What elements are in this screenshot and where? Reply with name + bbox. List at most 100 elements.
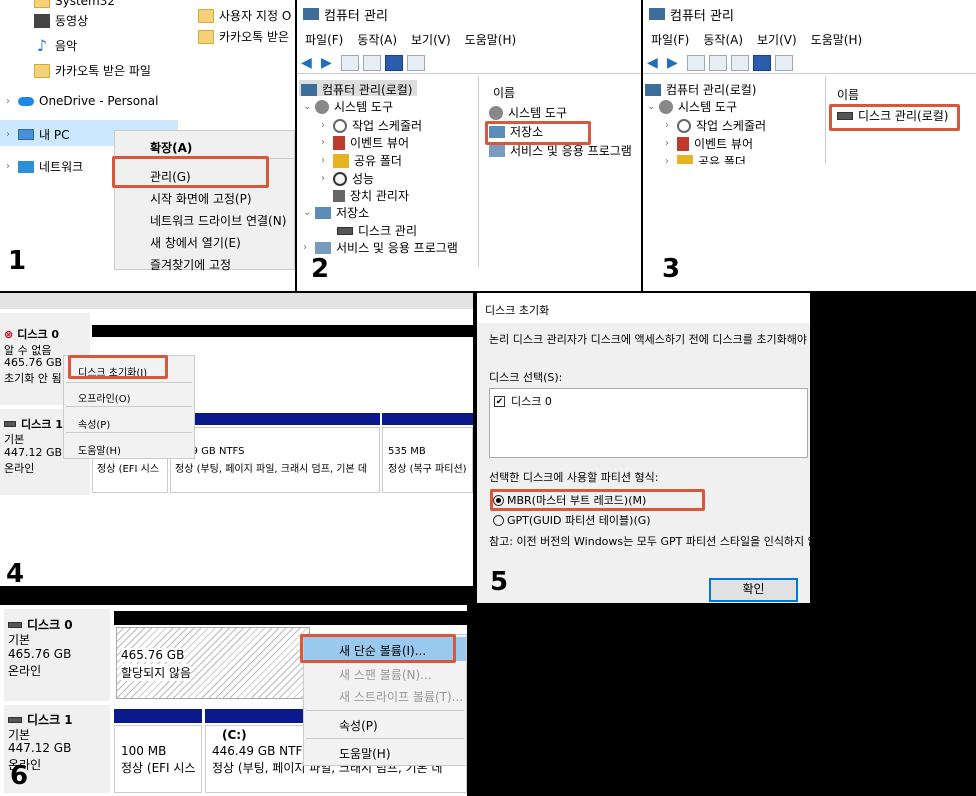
chevron-down-icon[interactable]: ⌄ bbox=[303, 207, 315, 218]
tree-shared-folders[interactable]: › 공유 폴더 bbox=[321, 152, 402, 169]
menu-item-new-simple-volume[interactable]: 새 단순 볼륨(I)... bbox=[339, 642, 426, 659]
folder-icon bbox=[34, 63, 50, 78]
console-tree-icon[interactable] bbox=[341, 54, 359, 71]
tree-system-tools[interactable]: ⌄ 시스템 도구 bbox=[647, 98, 737, 115]
tree-item-kakaotalk[interactable]: 카카오톡 받은 파일 bbox=[34, 62, 151, 79]
console-tree-icon[interactable] bbox=[709, 54, 727, 71]
chevron-right-icon[interactable]: › bbox=[321, 155, 333, 166]
chevron-right-icon[interactable]: › bbox=[6, 129, 18, 140]
menu-file[interactable]: 파일(F) bbox=[651, 31, 689, 48]
menu-item-pin-start[interactable]: 시작 화면에 고정(P) bbox=[150, 190, 252, 207]
export-icon[interactable] bbox=[731, 54, 749, 71]
chevron-right-icon[interactable]: › bbox=[6, 161, 18, 172]
menu-item-manage[interactable]: 관리(G) bbox=[150, 168, 191, 185]
menu-file[interactable]: 파일(F) bbox=[305, 31, 343, 48]
tree-item-network[interactable]: › 네트워크 bbox=[6, 158, 83, 175]
chevron-down-icon[interactable]: ⌄ bbox=[303, 101, 315, 112]
menu-item-new-spanned-volume[interactable]: 새 스팬 볼륨(N)... bbox=[339, 666, 432, 683]
help-icon[interactable] bbox=[385, 54, 403, 71]
gpt-radio[interactable]: GPT(GUID 파티션 테이블)(G) bbox=[493, 512, 651, 528]
tree-task-scheduler[interactable]: › 작업 스케줄러 bbox=[321, 117, 422, 134]
chevron-right-icon[interactable]: › bbox=[321, 137, 333, 148]
unallocated-area[interactable]: 465.76 GB 할당되지 않음 bbox=[116, 627, 310, 699]
disk-list-item[interactable]: ✔ 디스크 0 bbox=[494, 393, 552, 409]
disk0-info[interactable]: 디스크 0 기본 465.76 GB 온라인 bbox=[4, 609, 110, 701]
chevron-right-icon[interactable]: › bbox=[665, 120, 677, 131]
menu-help[interactable]: 도움말(H) bbox=[811, 31, 863, 48]
chevron-right-icon[interactable]: › bbox=[665, 156, 677, 164]
properties-icon[interactable] bbox=[407, 54, 425, 71]
menu-item-offline[interactable]: 오프라인(O) bbox=[78, 390, 130, 405]
tree-system-tools[interactable]: ⌄ 시스템 도구 bbox=[303, 98, 393, 115]
menu-item-pin-quick[interactable]: 즐겨찾기에 고정 bbox=[150, 256, 231, 273]
tree-item-music[interactable]: ♪ 음악 bbox=[34, 37, 77, 54]
menu-item-help[interactable]: 도움말(H) bbox=[339, 745, 391, 762]
menu-action[interactable]: 동작(A) bbox=[357, 31, 397, 48]
export-icon[interactable] bbox=[363, 54, 381, 71]
menu-action[interactable]: 동작(A) bbox=[703, 31, 743, 48]
partition-recovery[interactable]: 535 MB 정상 (복구 파티션) bbox=[382, 427, 473, 493]
back-arrow-icon[interactable]: ◀ bbox=[301, 55, 317, 71]
menu-item-map-drive[interactable]: 네트워크 드라이브 연결(N) bbox=[150, 212, 286, 229]
chevron-right-icon[interactable]: › bbox=[321, 173, 333, 184]
menu-item-new-striped-volume[interactable]: 새 스트라이프 볼륨(T)... bbox=[339, 688, 463, 705]
tree-item-videos[interactable]: 동영상 bbox=[34, 12, 88, 29]
partition-recovery-status: 정상 (복구 파티션) bbox=[388, 464, 467, 475]
partition-efi-status: 정상 (EFI 시스 bbox=[121, 761, 196, 775]
tree-shared-folders[interactable]: › 공유 폴더 bbox=[665, 153, 746, 164]
tree-performance[interactable]: › 성능 bbox=[321, 170, 374, 187]
forward-arrow-icon[interactable]: ▶ bbox=[321, 55, 337, 71]
tree-event-viewer[interactable]: › 이벤트 뷰어 bbox=[665, 135, 753, 152]
disk1-size: 447.12 GB bbox=[4, 446, 63, 459]
partition-efi[interactable]: 100 MB 정상 (EFI 시스 bbox=[114, 725, 202, 793]
mbr-radio[interactable]: MBR(마스터 부트 레코드)(M) bbox=[493, 492, 646, 508]
chevron-right-icon[interactable]: › bbox=[321, 120, 333, 131]
menu-item-help[interactable]: 도움말(H) bbox=[78, 442, 121, 457]
column-header-name[interactable]: 이름 bbox=[493, 84, 515, 101]
menu-help[interactable]: 도움말(H) bbox=[465, 31, 517, 48]
scrollbar[interactable] bbox=[0, 293, 473, 309]
radio-selected-icon[interactable] bbox=[493, 494, 504, 506]
partition-c[interactable]: 446.49 GB NTFS 정상 (부팅, 페이지 파일, 크래시 덤프, 기… bbox=[163, 427, 380, 493]
tree-root[interactable]: 컴퓨터 관리(로컬) bbox=[645, 81, 756, 98]
menu-view[interactable]: 보기(V) bbox=[757, 31, 797, 48]
tree-item-system32[interactable]: System32 bbox=[34, 0, 115, 8]
menu-item-expand[interactable]: 확장(A) bbox=[150, 139, 192, 156]
help-icon[interactable] bbox=[753, 54, 771, 71]
menu-item-new-window[interactable]: 새 창에서 열기(E) bbox=[150, 234, 241, 251]
file-item-kakao[interactable]: 카카오톡 받은 bbox=[198, 28, 289, 45]
tree-root[interactable]: 컴퓨터 관리(로컬) bbox=[301, 81, 412, 98]
column-header-name[interactable]: 이름 bbox=[837, 86, 859, 103]
chevron-down-icon[interactable]: ⌄ bbox=[647, 101, 659, 112]
tree-event-viewer[interactable]: › 이벤트 뷰어 bbox=[321, 134, 409, 151]
tree-item-this-pc[interactable]: › 내 PC bbox=[6, 126, 69, 143]
tree-task-scheduler[interactable]: › 작업 스케줄러 bbox=[665, 117, 766, 134]
menu-item-properties[interactable]: 속성(P) bbox=[339, 717, 378, 734]
forward-arrow-icon[interactable]: ▶ bbox=[667, 55, 683, 71]
tree-device-manager[interactable]: 장치 관리자 bbox=[333, 187, 409, 204]
list-item-services[interactable]: 서비스 및 응용 프로그램 bbox=[489, 142, 632, 159]
file-item-custom[interactable]: 사용자 지정 O bbox=[198, 7, 291, 24]
tree-storage[interactable]: ⌄ 저장소 bbox=[303, 204, 369, 221]
disk-list[interactable]: ✔ 디스크 0 bbox=[489, 388, 808, 458]
folder-icon bbox=[198, 8, 214, 23]
ok-button[interactable]: 확인 bbox=[709, 578, 798, 602]
back-arrow-icon[interactable]: ◀ bbox=[647, 55, 663, 71]
chevron-right-icon[interactable]: › bbox=[303, 242, 315, 253]
properties-icon[interactable] bbox=[775, 54, 793, 71]
up-folder-icon[interactable] bbox=[687, 54, 705, 71]
chevron-right-icon[interactable]: › bbox=[665, 138, 677, 149]
disk0-type: 기본 bbox=[8, 633, 31, 647]
list-item-disk-management[interactable]: 디스크 관리(로컬) bbox=[837, 107, 948, 124]
list-item-storage[interactable]: 저장소 bbox=[489, 123, 543, 140]
dialog-description: 논리 디스크 관리자가 디스크에 액세스하기 전에 디스크를 초기화해야 합니다… bbox=[489, 333, 810, 346]
checkbox-checked-icon[interactable]: ✔ bbox=[494, 395, 505, 407]
menu-item-initialize-disk[interactable]: 디스크 초기화(I) bbox=[78, 364, 147, 379]
tree-disk-management[interactable]: 디스크 관리 bbox=[337, 222, 417, 239]
menu-item-properties[interactable]: 속성(P) bbox=[78, 416, 110, 431]
chevron-right-icon[interactable]: › bbox=[6, 96, 18, 107]
list-item-system-tools[interactable]: 시스템 도구 bbox=[489, 104, 567, 121]
radio-icon[interactable] bbox=[493, 514, 504, 526]
menu-view[interactable]: 보기(V) bbox=[411, 31, 451, 48]
tree-item-onedrive[interactable]: › OneDrive - Personal bbox=[6, 94, 158, 108]
